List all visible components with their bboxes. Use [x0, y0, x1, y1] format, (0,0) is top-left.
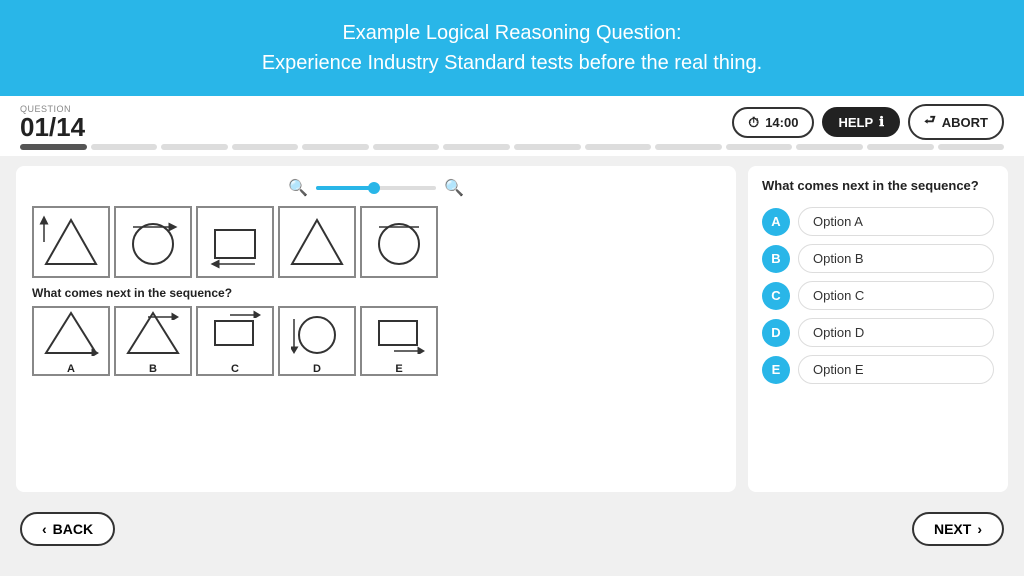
help-button[interactable]: HELP ℹ	[822, 107, 900, 137]
option-button-a[interactable]: Option A	[798, 207, 994, 236]
next-label: NEXT	[934, 521, 971, 537]
clock-icon: ⏱	[748, 114, 759, 131]
help-label: HELP	[838, 115, 873, 130]
back-button[interactable]: ‹ BACK	[20, 512, 115, 546]
option-badge-c: C	[762, 282, 790, 310]
zoom-area: 🔍 🔍	[32, 178, 720, 198]
answer-label-a: A	[67, 363, 75, 375]
answer-label-d: D	[313, 363, 321, 375]
progress-seg-12	[796, 144, 863, 150]
sequence-question-label: What comes next in the sequence?	[32, 286, 720, 300]
option-button-b[interactable]: Option B	[798, 244, 994, 273]
timer-button[interactable]: ⏱ 14:00	[732, 107, 814, 138]
zoom-slider[interactable]	[316, 186, 436, 190]
option-row-a: A Option A	[762, 207, 994, 236]
answer-box-a[interactable]: A	[32, 306, 110, 376]
option-row-e: E Option E	[762, 355, 994, 384]
option-badge-d: D	[762, 319, 790, 347]
progress-seg-10	[655, 144, 722, 150]
answer-row: A B C	[32, 306, 720, 376]
progress-seg-7	[443, 144, 510, 150]
option-row-c: C Option C	[762, 281, 994, 310]
footer: ‹ BACK NEXT ›	[0, 502, 1024, 556]
option-badge-a: A	[762, 208, 790, 236]
answer-box-b[interactable]: B	[114, 306, 192, 376]
sequence-row	[32, 206, 720, 278]
progress-seg-11	[726, 144, 793, 150]
answer-label-e: E	[395, 363, 402, 375]
option-button-d[interactable]: Option D	[798, 318, 994, 347]
seq-box-5	[360, 206, 438, 278]
right-panel: What comes next in the sequence? A Optio…	[748, 166, 1008, 492]
progress-seg-8	[514, 144, 581, 150]
question-number: 01/14	[20, 114, 85, 140]
info-icon: ℹ	[879, 114, 884, 130]
answer-box-c[interactable]: C	[196, 306, 274, 376]
progress-seg-13	[867, 144, 934, 150]
progress-seg-3	[161, 144, 228, 150]
abort-label: ABORT	[942, 115, 988, 130]
progress-seg-4	[232, 144, 299, 150]
answer-box-e[interactable]: E	[360, 306, 438, 376]
option-row-d: D Option D	[762, 318, 994, 347]
header-title: Example Logical Reasoning Question: Expe…	[20, 18, 1004, 78]
option-row-b: B Option B	[762, 244, 994, 273]
progress-seg-2	[91, 144, 158, 150]
abort-icon: ⮐	[924, 111, 936, 133]
zoom-track	[316, 186, 370, 190]
header: Example Logical Reasoning Question: Expe…	[0, 0, 1024, 96]
question-bar: QUESTION 01/14 ⏱ 14:00 HELP ℹ ⮐ ABORT	[0, 96, 1024, 144]
progress-seg-5	[302, 144, 369, 150]
seq-box-4	[278, 206, 356, 278]
option-badge-e: E	[762, 356, 790, 384]
option-badge-b: B	[762, 245, 790, 273]
timer-value: 14:00	[765, 115, 798, 130]
zoom-out-icon: 🔍	[288, 178, 308, 198]
progress-segment-filled	[20, 144, 87, 150]
controls-area: ⏱ 14:00 HELP ℹ ⮐ ABORT	[732, 104, 1004, 140]
next-button[interactable]: NEXT ›	[912, 512, 1004, 546]
seq-box-1	[32, 206, 110, 278]
progress-seg-14	[938, 144, 1005, 150]
progress-bar	[0, 144, 1024, 156]
right-question-text: What comes next in the sequence?	[762, 178, 994, 193]
question-info: QUESTION 01/14	[20, 104, 85, 140]
next-icon: ›	[977, 521, 982, 537]
seq-box-2	[114, 206, 192, 278]
left-panel: 🔍 🔍	[16, 166, 736, 492]
progress-seg-9	[585, 144, 652, 150]
zoom-in-icon: 🔍	[444, 178, 464, 198]
back-label: BACK	[53, 521, 93, 537]
option-button-e[interactable]: Option E	[798, 355, 994, 384]
main-content: 🔍 🔍	[0, 156, 1024, 502]
option-button-c[interactable]: Option C	[798, 281, 994, 310]
back-icon: ‹	[42, 521, 47, 537]
seq-box-3	[196, 206, 274, 278]
answer-box-d[interactable]: D	[278, 306, 356, 376]
abort-button[interactable]: ⮐ ABORT	[908, 104, 1004, 140]
zoom-thumb	[368, 182, 380, 194]
answer-label-c: C	[231, 363, 239, 375]
progress-seg-6	[373, 144, 440, 150]
answer-label-b: B	[149, 363, 157, 375]
